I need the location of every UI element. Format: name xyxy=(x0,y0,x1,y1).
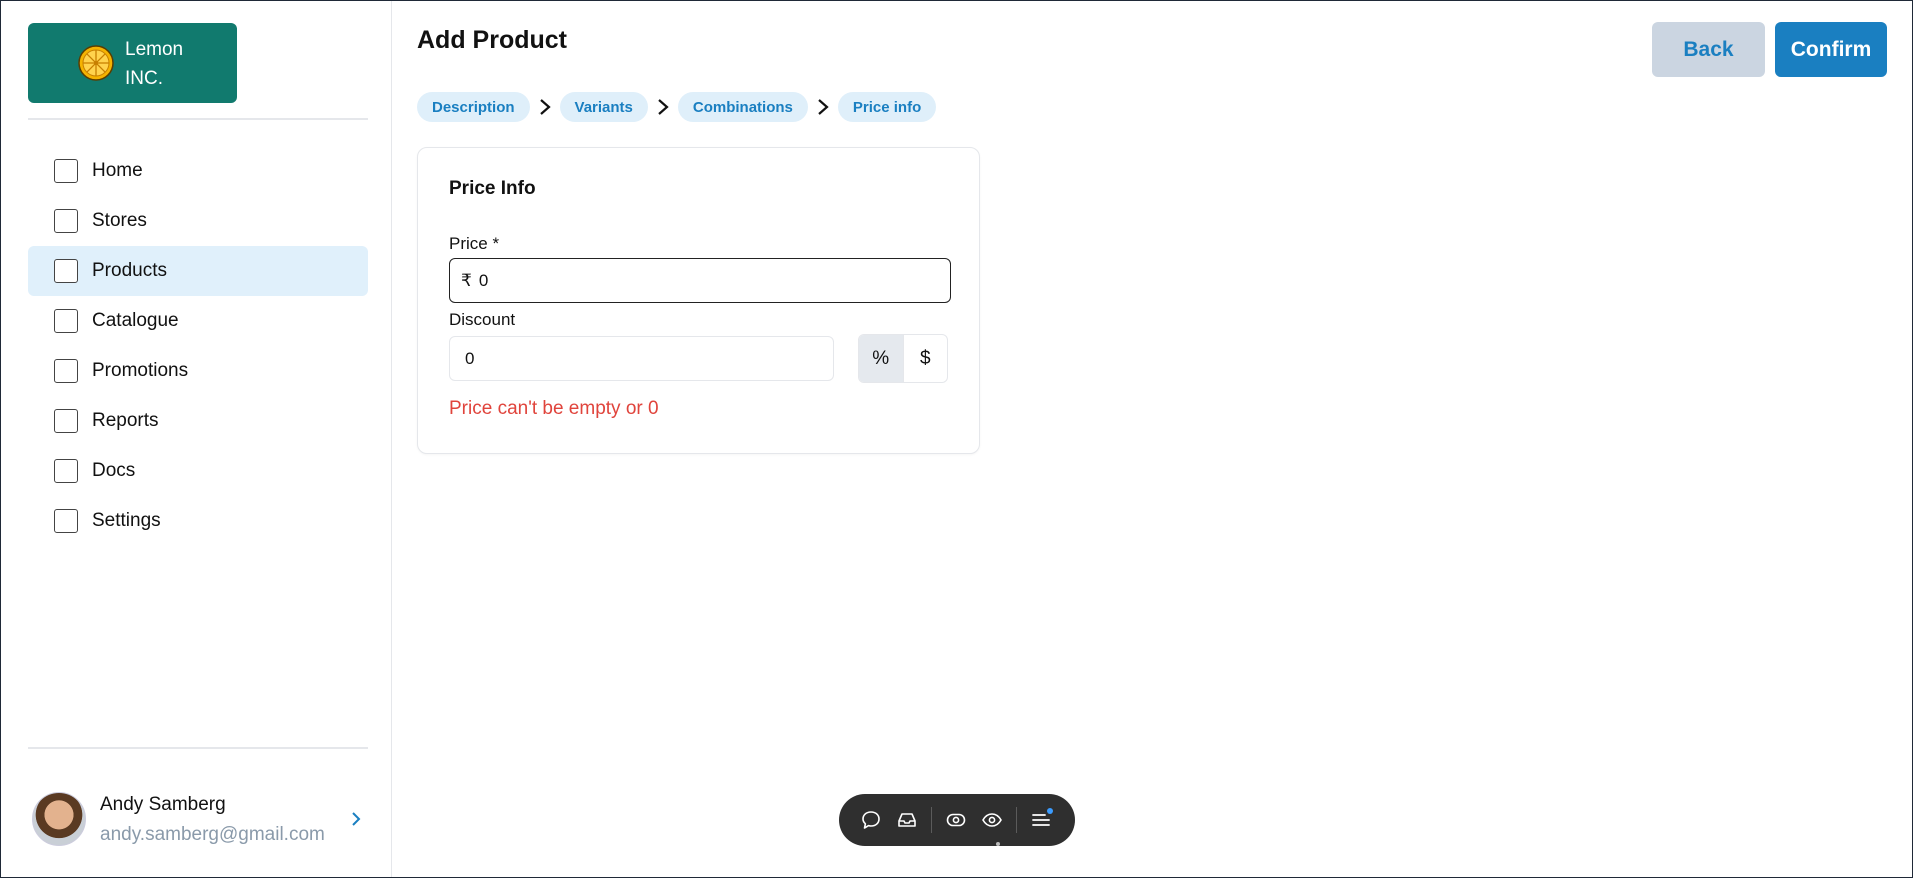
price-info-card: Price Info Price * ₹ Discount % $ Price … xyxy=(417,147,980,454)
discount-field[interactable] xyxy=(449,336,834,381)
sidebar-item-settings[interactable]: Settings xyxy=(28,496,368,546)
sidebar-nav: Home Stores Products Catalogue Promotion… xyxy=(28,146,368,546)
sidebar-item-label: Home xyxy=(92,160,143,181)
sidebar-item-catalogue[interactable]: Catalogue xyxy=(28,296,368,346)
menu-icon[interactable] xyxy=(1023,802,1059,838)
breadcrumb: Description Variants Combinations Price … xyxy=(417,92,937,122)
chevron-right-icon xyxy=(530,92,560,122)
products-icon xyxy=(54,259,78,283)
promotions-icon xyxy=(54,359,78,383)
discount-type-toggle: % $ xyxy=(858,334,948,383)
discount-type-dollar[interactable]: $ xyxy=(904,335,948,382)
sidebar-item-promotions[interactable]: Promotions xyxy=(28,346,368,396)
discount-label: Discount xyxy=(449,310,516,329)
brand-logo[interactable]: Lemon INC. xyxy=(28,23,237,103)
chevron-right-icon[interactable] xyxy=(350,810,362,833)
docs-icon xyxy=(54,459,78,483)
sidebar-item-label: Promotions xyxy=(92,360,189,381)
user-profile[interactable]: Andy Samberg andy.samberg@gmail.com xyxy=(32,792,372,848)
error-message: Price can't be empty or 0 xyxy=(449,398,659,419)
user-email: andy.samberg@gmail.com xyxy=(100,824,325,845)
toolbar-indicator xyxy=(996,842,1000,846)
currency-symbol: ₹ xyxy=(461,270,472,290)
card-title: Price Info xyxy=(449,178,536,199)
sidebar-divider xyxy=(28,747,368,749)
sidebar-item-label: Docs xyxy=(92,460,136,481)
sidebar-item-home[interactable]: Home xyxy=(28,146,368,196)
chevron-right-icon xyxy=(648,92,678,122)
user-name: Andy Samberg xyxy=(100,794,226,815)
eye-icon[interactable] xyxy=(974,802,1010,838)
catalogue-icon xyxy=(54,309,78,333)
page-title: Add Product xyxy=(417,26,567,54)
sidebar-item-label: Settings xyxy=(92,510,161,531)
back-button[interactable]: Back xyxy=(1652,22,1765,77)
chevron-right-icon xyxy=(808,92,838,122)
price-label: Price * xyxy=(449,234,500,253)
notification-dot xyxy=(1047,808,1053,814)
step-variants[interactable]: Variants xyxy=(559,92,648,122)
brand-name: Lemon INC. xyxy=(125,39,184,89)
sidebar: Lemon INC. Home Stores Products Catalogu… xyxy=(0,0,392,878)
lemon-icon xyxy=(78,45,114,81)
sidebar-divider xyxy=(28,118,368,120)
confirm-button[interactable]: Confirm xyxy=(1775,22,1887,77)
avatar xyxy=(32,792,86,846)
settings-icon xyxy=(54,509,78,533)
sidebar-item-stores[interactable]: Stores xyxy=(28,196,368,246)
sidebar-item-docs[interactable]: Docs xyxy=(28,446,368,496)
price-input[interactable] xyxy=(478,270,919,291)
discount-input[interactable] xyxy=(465,348,805,369)
sidebar-item-products[interactable]: Products xyxy=(28,246,368,296)
sidebar-item-label: Stores xyxy=(92,210,147,231)
discount-type-percent[interactable]: % xyxy=(859,335,904,382)
toolbar-separator xyxy=(931,807,932,833)
stores-icon xyxy=(54,209,78,233)
reports-icon xyxy=(54,409,78,433)
comment-icon[interactable] xyxy=(853,802,889,838)
sidebar-item-label: Reports xyxy=(92,410,159,431)
eye-outline-icon[interactable] xyxy=(938,802,974,838)
floating-toolbar xyxy=(839,794,1075,846)
sidebar-item-reports[interactable]: Reports xyxy=(28,396,368,446)
sidebar-item-label: Products xyxy=(92,260,167,281)
step-price-info[interactable]: Price info xyxy=(837,92,937,122)
inbox-icon[interactable] xyxy=(889,802,925,838)
price-field[interactable]: ₹ xyxy=(449,258,951,303)
toolbar-separator xyxy=(1016,807,1017,833)
sidebar-item-label: Catalogue xyxy=(92,310,179,331)
step-description[interactable]: Description xyxy=(417,92,530,122)
step-combinations[interactable]: Combinations xyxy=(677,92,808,122)
home-icon xyxy=(54,159,78,183)
